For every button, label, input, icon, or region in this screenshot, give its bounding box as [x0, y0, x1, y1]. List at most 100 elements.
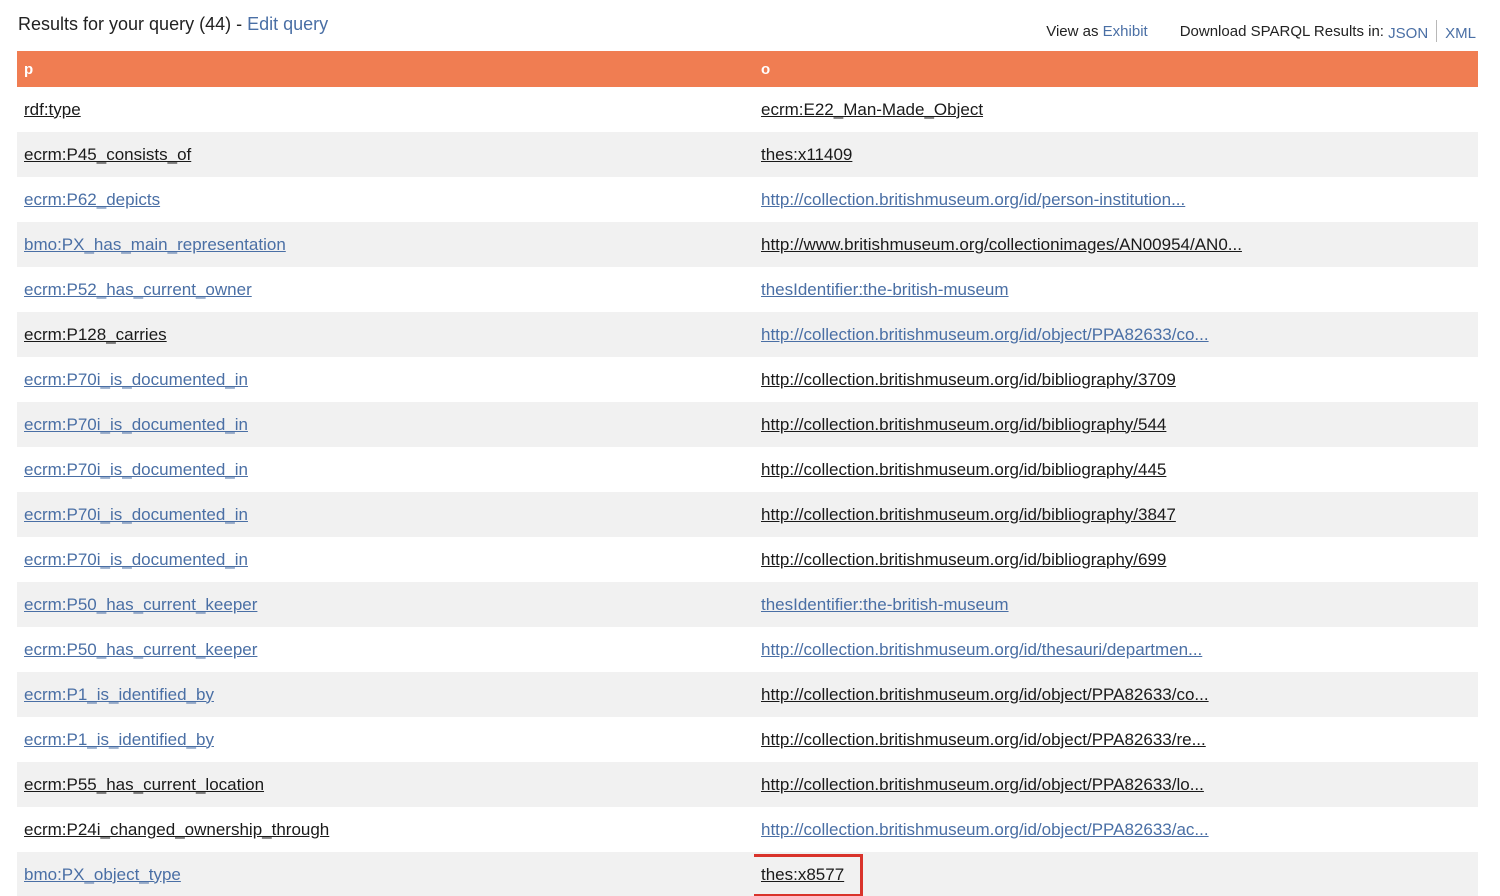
cell-predicate: ecrm:P55_has_current_location — [17, 762, 754, 807]
cell-object: http://www.britishmuseum.org/collectioni… — [754, 222, 1478, 267]
table-row: ecrm:P62_depicts http://collection.briti… — [17, 177, 1478, 222]
column-header-p: p — [17, 51, 754, 87]
predicate-link[interactable]: ecrm:P24i_changed_ownership_through — [24, 820, 329, 839]
object-link[interactable]: http://collection.britishmuseum.org/id/b… — [761, 460, 1166, 479]
cell-predicate: ecrm:P50_has_current_keeper — [17, 627, 754, 672]
table-row: rdf:type ecrm:E22_Man-Made_Object — [17, 87, 1478, 132]
cell-predicate: ecrm:P50_has_current_keeper — [17, 582, 754, 627]
predicate-link[interactable]: ecrm:P45_consists_of — [24, 145, 191, 164]
object-link[interactable]: http://collection.britishmuseum.org/id/b… — [761, 370, 1176, 389]
predicate-link[interactable]: ecrm:P70i_is_documented_in — [24, 370, 248, 389]
results-title: Results for your query (44) - Edit query — [18, 14, 328, 35]
table-row: bmo:PX_has_main_representation http://ww… — [17, 222, 1478, 267]
table-row: ecrm:P50_has_current_keeper http://colle… — [17, 627, 1478, 672]
results-header: Results for your query (44) - Edit query… — [17, 0, 1478, 51]
object-link[interactable]: http://collection.britishmuseum.org/id/o… — [761, 820, 1209, 839]
export-options: View as Exhibit Download SPARQL Results … — [1046, 20, 1476, 42]
predicate-link[interactable]: ecrm:P55_has_current_location — [24, 775, 264, 794]
table-row: ecrm:P52_has_current_owner thesIdentifie… — [17, 267, 1478, 312]
cell-object: thes:x8577 — [754, 852, 1478, 896]
predicate-link[interactable]: ecrm:P52_has_current_owner — [24, 280, 252, 299]
object-link[interactable]: thesIdentifier:the-british-museum — [761, 595, 1009, 614]
cell-predicate: bmo:PX_object_type — [17, 852, 754, 896]
predicate-link[interactable]: ecrm:P70i_is_documented_in — [24, 460, 248, 479]
object-link[interactable]: http://collection.britishmuseum.org/id/o… — [761, 775, 1204, 794]
object-link[interactable]: http://collection.britishmuseum.org/id/o… — [761, 685, 1209, 704]
cell-predicate: ecrm:P128_carries — [17, 312, 754, 357]
xml-download-link[interactable]: XML — [1445, 25, 1476, 42]
table-row: ecrm:P70i_is_documented_in http://collec… — [17, 537, 1478, 582]
cell-object: http://collection.britishmuseum.org/id/o… — [754, 717, 1478, 762]
cell-object: http://collection.britishmuseum.org/id/o… — [754, 312, 1478, 357]
cell-object: thesIdentifier:the-british-museum — [754, 582, 1478, 627]
column-header-o: o — [754, 51, 1478, 87]
cell-object: http://collection.britishmuseum.org/id/b… — [754, 357, 1478, 402]
predicate-link[interactable]: ecrm:P62_depicts — [24, 190, 160, 209]
cell-object: http://collection.britishmuseum.org/id/b… — [754, 492, 1478, 537]
object-link[interactable]: http://collection.britishmuseum.org/id/b… — [761, 415, 1166, 434]
object-link[interactable]: thesIdentifier:the-british-museum — [761, 280, 1009, 299]
object-link[interactable]: thes:x11409 — [761, 145, 852, 164]
cell-object: http://collection.britishmuseum.org/id/t… — [754, 627, 1478, 672]
download-label: Download SPARQL Results in: — [1179, 22, 1384, 40]
table-row: ecrm:P70i_is_documented_in http://collec… — [17, 402, 1478, 447]
cell-object: thes:x11409 — [754, 132, 1478, 177]
table-row: ecrm:P1_is_identified_by http://collecti… — [17, 717, 1478, 762]
object-link[interactable]: http://collection.britishmuseum.org/id/b… — [761, 505, 1176, 524]
predicate-link[interactable]: ecrm:P70i_is_documented_in — [24, 415, 248, 434]
object-link[interactable]: http://collection.britishmuseum.org/id/t… — [761, 640, 1202, 659]
cell-object: http://collection.britishmuseum.org/id/o… — [754, 762, 1478, 807]
table-row: bmo:PX_object_type thes:x8577 — [17, 852, 1478, 896]
json-download-link[interactable]: JSON — [1388, 25, 1428, 42]
predicate-link[interactable]: ecrm:P70i_is_documented_in — [24, 550, 248, 569]
table-row: ecrm:P50_has_current_keeper thesIdentifi… — [17, 582, 1478, 627]
object-link[interactable]: ecrm:E22_Man-Made_Object — [761, 100, 983, 119]
predicate-link[interactable]: ecrm:P1_is_identified_by — [24, 685, 214, 704]
cell-object: http://collection.britishmuseum.org/id/b… — [754, 537, 1478, 582]
cell-object: http://collection.britishmuseum.org/id/p… — [754, 177, 1478, 222]
table-row: ecrm:P45_consists_of thes:x11409 — [17, 132, 1478, 177]
cell-predicate: ecrm:P45_consists_of — [17, 132, 754, 177]
cell-predicate: ecrm:P1_is_identified_by — [17, 717, 754, 762]
table-header-row: p o — [17, 51, 1478, 87]
predicate-link[interactable]: ecrm:P1_is_identified_by — [24, 730, 214, 749]
cell-object: http://collection.britishmuseum.org/id/b… — [754, 447, 1478, 492]
table-row: ecrm:P55_has_current_location http://col… — [17, 762, 1478, 807]
cell-predicate: ecrm:P70i_is_documented_in — [17, 357, 754, 402]
divider — [1436, 20, 1438, 42]
predicate-link[interactable]: ecrm:P50_has_current_keeper — [24, 595, 257, 614]
exhibit-link[interactable]: Exhibit — [1103, 23, 1148, 40]
table-row: ecrm:P70i_is_documented_in http://collec… — [17, 492, 1478, 537]
table-row: ecrm:P70i_is_documented_in http://collec… — [17, 357, 1478, 402]
cell-predicate: ecrm:P70i_is_documented_in — [17, 402, 754, 447]
table-row: ecrm:P70i_is_documented_in http://collec… — [17, 447, 1478, 492]
predicate-link[interactable]: ecrm:P70i_is_documented_in — [24, 505, 248, 524]
cell-predicate: ecrm:P70i_is_documented_in — [17, 537, 754, 582]
cell-predicate: ecrm:P1_is_identified_by — [17, 672, 754, 717]
cell-object: http://collection.britishmuseum.org/id/o… — [754, 807, 1478, 852]
object-link[interactable]: http://collection.britishmuseum.org/id/p… — [761, 190, 1185, 209]
results-table: p o rdf:type ecrm:E22_Man-Made_Object ec… — [17, 51, 1478, 896]
object-link[interactable]: http://collection.britishmuseum.org/id/o… — [761, 730, 1206, 749]
table-row: ecrm:P1_is_identified_by http://collecti… — [17, 672, 1478, 717]
cell-predicate: ecrm:P52_has_current_owner — [17, 267, 754, 312]
cell-predicate: ecrm:P24i_changed_ownership_through — [17, 807, 754, 852]
table-row: ecrm:P128_carries http://collection.brit… — [17, 312, 1478, 357]
predicate-link[interactable]: rdf:type — [24, 100, 81, 119]
cell-object: ecrm:E22_Man-Made_Object — [754, 87, 1478, 132]
predicate-link[interactable]: ecrm:P128_carries — [24, 325, 167, 344]
results-count-text: Results for your query (44) - — [18, 14, 248, 34]
edit-query-link[interactable]: Edit query — [247, 14, 328, 34]
object-link[interactable]: http://collection.britishmuseum.org/id/b… — [761, 550, 1166, 569]
object-link[interactable]: http://collection.britishmuseum.org/id/o… — [761, 325, 1209, 344]
sparql-results-page: Results for your query (44) - Edit query… — [0, 0, 1500, 896]
object-link[interactable]: http://www.britishmuseum.org/collectioni… — [761, 235, 1242, 254]
object-link[interactable]: thes:x8577 — [761, 865, 844, 884]
predicate-link[interactable]: bmo:PX_object_type — [24, 865, 181, 884]
view-as-label: View as — [1046, 22, 1099, 40]
cell-object: thesIdentifier:the-british-museum — [754, 267, 1478, 312]
cell-predicate: ecrm:P70i_is_documented_in — [17, 447, 754, 492]
predicate-link[interactable]: bmo:PX_has_main_representation — [24, 235, 286, 254]
cell-predicate: rdf:type — [17, 87, 754, 132]
predicate-link[interactable]: ecrm:P50_has_current_keeper — [24, 640, 257, 659]
